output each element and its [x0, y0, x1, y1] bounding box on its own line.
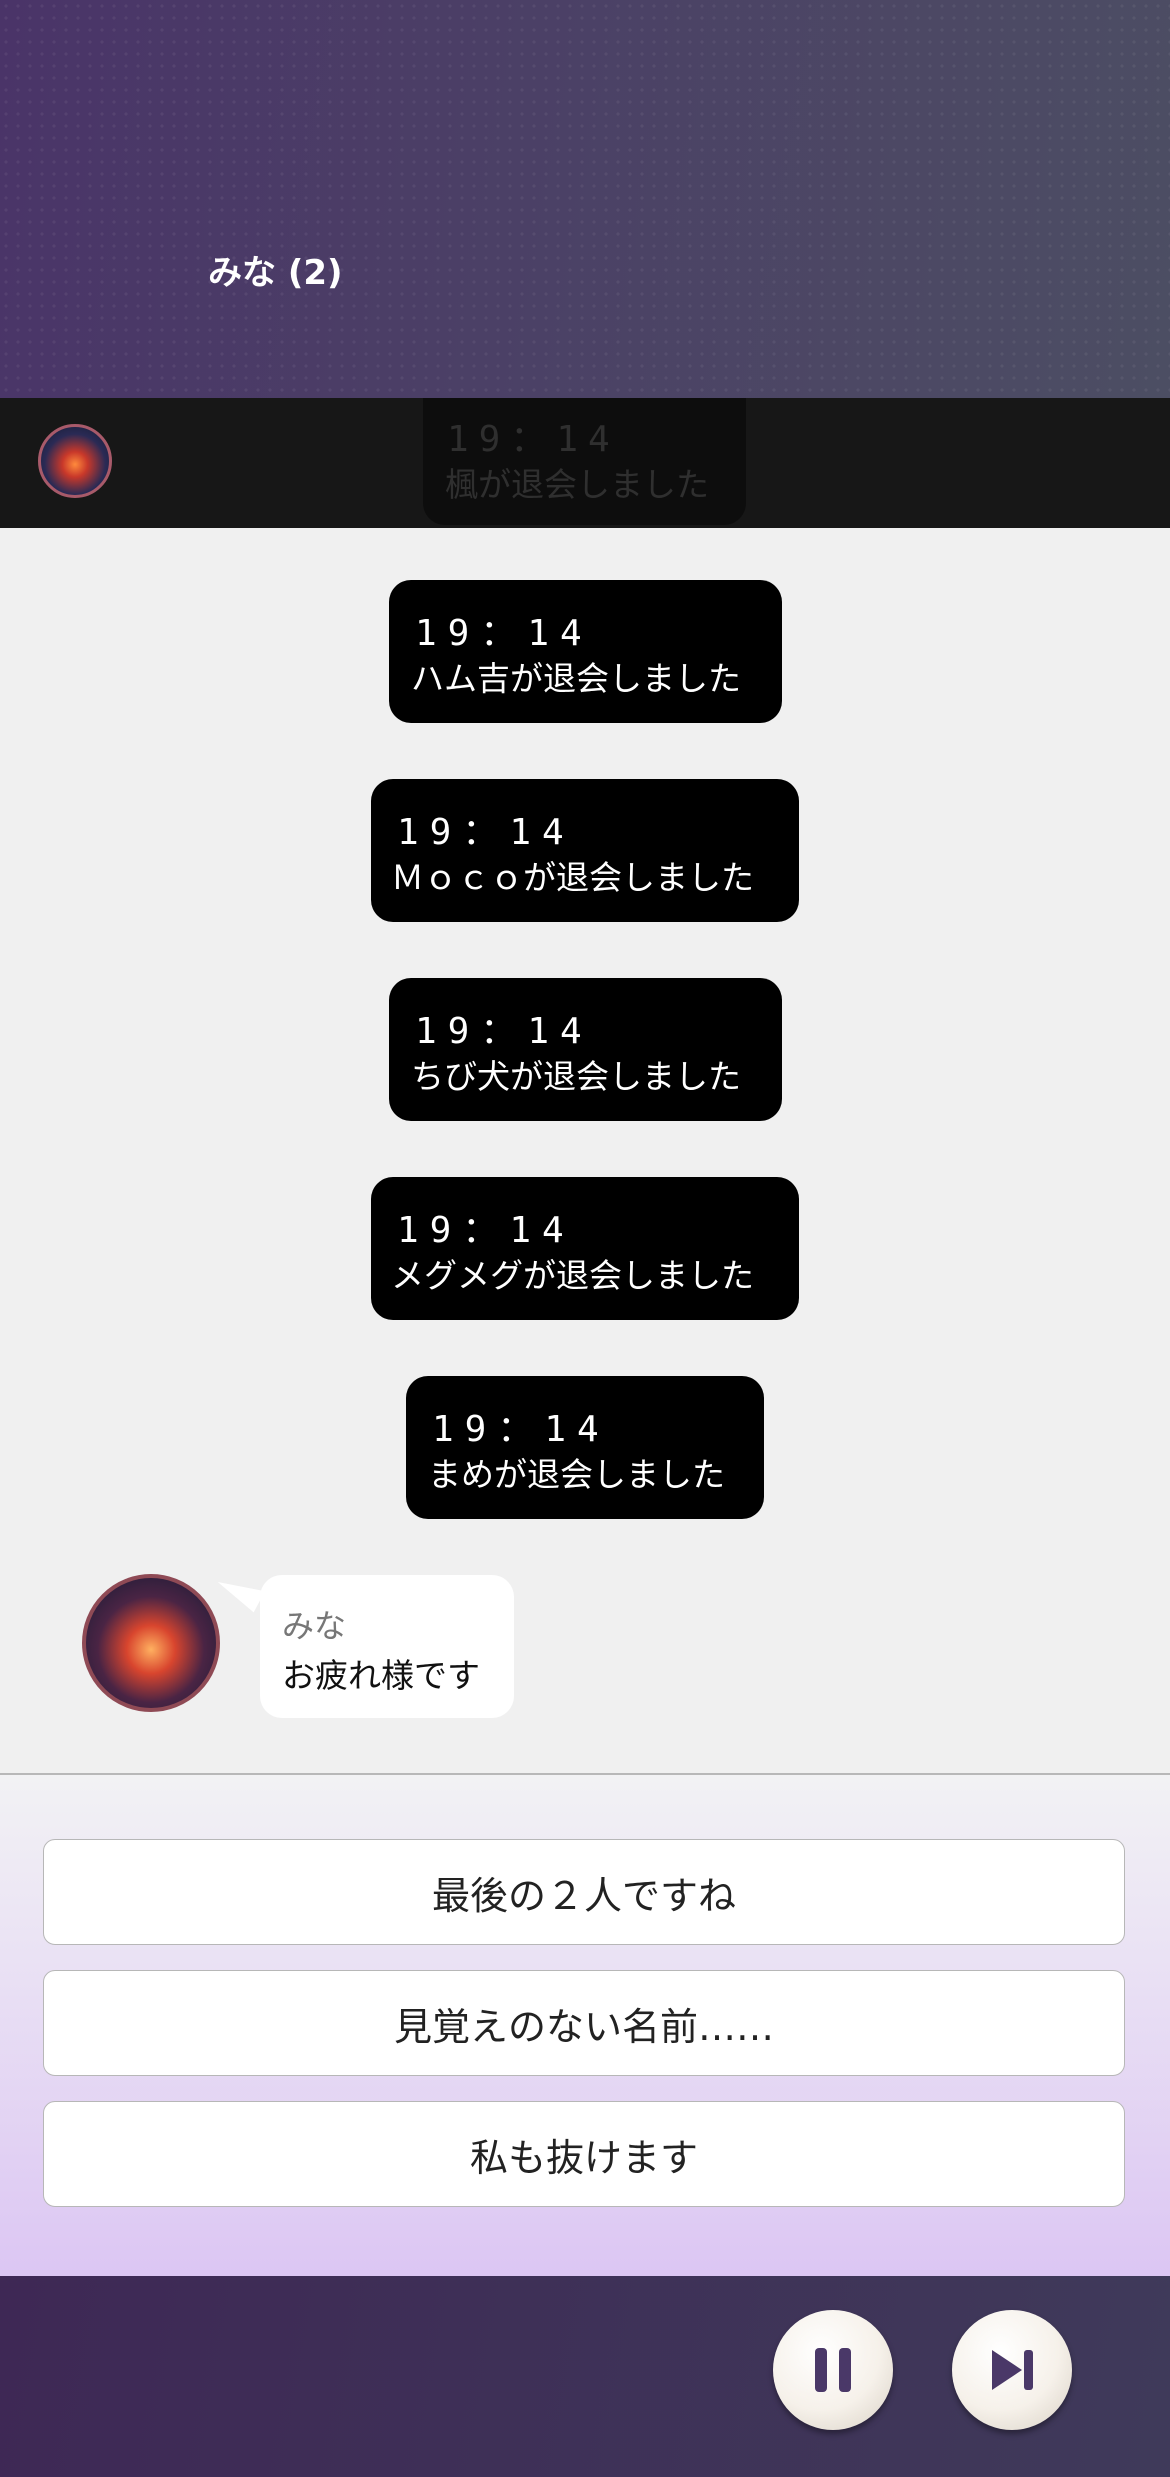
- avatar[interactable]: [82, 1574, 220, 1712]
- message-text: お疲れ様です: [282, 1656, 480, 1695]
- pause-icon: [815, 2348, 851, 2392]
- pause-button[interactable]: [773, 2310, 893, 2430]
- message-text: Ｍｏｃｏが退会しました: [391, 858, 754, 897]
- skip-button[interactable]: [952, 2310, 1072, 2430]
- system-message: 19：14 メグメグが退会しました: [371, 1177, 799, 1320]
- chat-bubble: みな お疲れ様です: [260, 1575, 514, 1718]
- bubble-tail: [213, 1569, 265, 1613]
- message-time: 19：14: [415, 1011, 593, 1052]
- choice-panel: 最後の２人ですね 見覚えのない名前…… 私も抜けます: [0, 1775, 1170, 2276]
- choice-button[interactable]: 見覚えのない名前……: [43, 1970, 1125, 2076]
- choice-button[interactable]: 最後の２人ですね: [43, 1839, 1125, 1945]
- system-message: 19：14 ちび犬が退会しました: [389, 978, 782, 1121]
- faded-system-message: 19：14 楓が退会しました: [423, 398, 746, 525]
- system-message: 19：14 Ｍｏｃｏが退会しました: [371, 779, 799, 922]
- message-time: 19：14: [415, 613, 593, 654]
- message-text: まめが退会しました: [428, 1455, 725, 1494]
- chat-header: みな (2): [0, 0, 1170, 398]
- sender-name: みな: [282, 1607, 347, 1645]
- message-time: 19：14: [397, 812, 575, 853]
- system-message: 19：14 ハム吉が退会しました: [389, 580, 782, 723]
- message-time: 19：14: [432, 1409, 610, 1450]
- message-time: 19：14: [447, 419, 620, 460]
- message-text: ちび犬が退会しました: [411, 1057, 741, 1096]
- choice-button[interactable]: 私も抜けます: [43, 2101, 1125, 2207]
- message-text: 楓が退会しました: [445, 465, 709, 504]
- message-text: メグメグが退会しました: [391, 1256, 754, 1295]
- message-time: 19：14: [397, 1210, 575, 1251]
- skip-forward-icon: [992, 2350, 1033, 2390]
- room-title: みな (2): [208, 253, 343, 293]
- message-text: ハム吉が退会しました: [411, 659, 741, 698]
- system-message: 19：14 まめが退会しました: [406, 1376, 764, 1519]
- avatar[interactable]: [38, 424, 112, 498]
